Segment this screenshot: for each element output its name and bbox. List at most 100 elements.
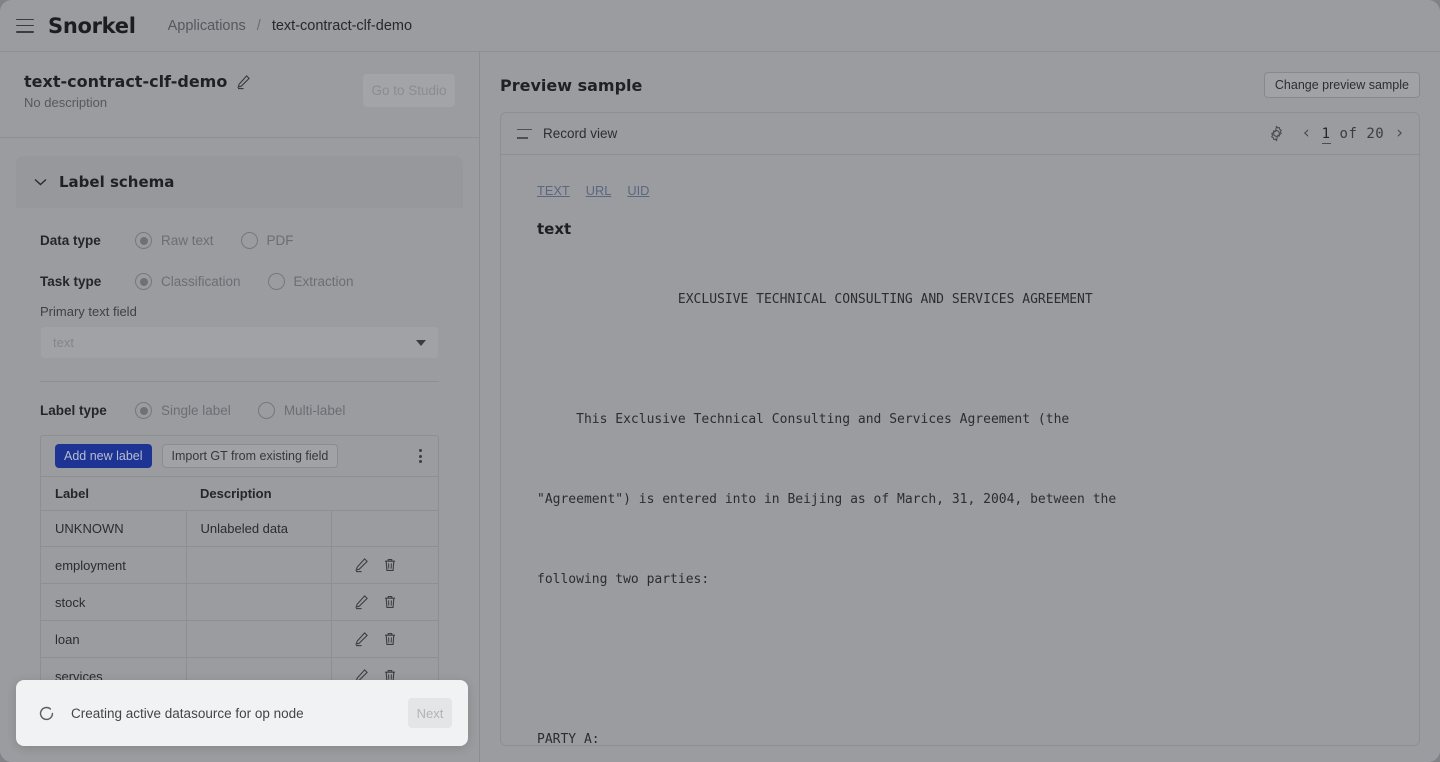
table-row: UNKNOWN Unlabeled data	[41, 510, 438, 547]
hamburger-menu-icon[interactable]	[16, 18, 34, 33]
breadcrumb-separator: /	[256, 17, 261, 34]
import-gt-button[interactable]: Import GT from existing field	[161, 444, 339, 468]
main-content-split: text-contract-clf-demo No description Go…	[0, 52, 1440, 762]
breadcrumb: Applications / text-contract-clf-demo	[168, 18, 412, 34]
task-type-option-classification[interactable]: Classification	[135, 273, 241, 290]
task-type-option-extraction[interactable]: Extraction	[267, 273, 354, 290]
snorkel-logo[interactable]: Snorkel	[48, 14, 136, 38]
gear-icon[interactable]	[1268, 125, 1285, 142]
radio-label-classification: Classification	[161, 274, 241, 289]
page-number-input[interactable]: 1	[1321, 125, 1331, 144]
primary-text-field-group: Primary text field text	[40, 304, 439, 359]
label-table: Label Description UNKNOWN Unlabeled data e…	[41, 477, 438, 695]
left-config-panel: text-contract-clf-demo No description Go…	[0, 52, 480, 762]
edit-icon[interactable]	[354, 557, 370, 573]
preview-sample-title: Preview sample	[500, 75, 643, 95]
radio-label-raw-text: Raw text	[161, 233, 214, 248]
label-table-toolbar: Add new label Import GT from existing fi…	[41, 436, 438, 477]
label-table-container: Add new label Import GT from existing fi…	[40, 435, 439, 696]
preview-header: Preview sample Change preview sample	[500, 64, 1420, 106]
cell-description: Unlabeled data	[186, 510, 332, 547]
radio-classification[interactable]	[135, 273, 152, 290]
data-type-option-raw-text[interactable]: Raw text	[135, 232, 214, 249]
cell-description	[186, 583, 332, 621]
data-type-option-pdf[interactable]: PDF	[240, 232, 294, 249]
radio-extraction[interactable]	[267, 273, 285, 290]
label-type-label: Label type	[40, 403, 107, 418]
add-new-label-button[interactable]: Add new label	[55, 444, 152, 468]
delete-icon[interactable]	[382, 557, 398, 573]
column-header-label: Label	[41, 477, 186, 511]
document-field-name: text	[537, 220, 572, 238]
change-preview-sample-button[interactable]: Change preview sample	[1263, 72, 1420, 98]
go-to-studio-button[interactable]: Go to Studio	[363, 74, 455, 107]
document-text-content: EXCLUSIVE TECHNICAL CONSULTING AND SERVI…	[537, 292, 1117, 746]
field-tab-url[interactable]: URL	[586, 183, 612, 198]
table-header-row: Label Description	[41, 477, 438, 511]
cell-label: UNKNOWN	[41, 510, 187, 547]
radio-label-extraction: Extraction	[293, 274, 354, 289]
row-action-group	[346, 631, 439, 647]
record-view-label: Record view	[543, 126, 618, 141]
toast-next-button[interactable]: Next	[408, 698, 452, 728]
column-header-actions	[331, 477, 438, 511]
edit-icon[interactable]	[354, 594, 370, 610]
breadcrumb-current[interactable]: text-contract-clf-demo	[272, 18, 412, 34]
field-tab-list: TEXT URL UID	[537, 183, 1383, 198]
radio-pdf[interactable]	[240, 232, 258, 249]
radio-single-label[interactable]	[135, 402, 152, 419]
radio-raw-text[interactable]	[135, 232, 152, 249]
label-schema-header[interactable]: Label schema	[16, 156, 463, 208]
section-divider	[40, 381, 439, 382]
record-view-body: TEXT URL UID text EXCLUSIVE TECHNICAL CONS…	[501, 155, 1419, 746]
record-view-header: Record view ‹ 1 of 20 ›	[501, 113, 1419, 155]
list-view-icon[interactable]	[517, 128, 532, 139]
task-type-row: Task type Classification Extraction	[40, 273, 439, 290]
record-view-card: Record view ‹ 1 of 20 › TEXT URL UID tex…	[500, 112, 1420, 746]
chevron-down-icon	[416, 339, 426, 346]
cell-label: loan	[41, 620, 187, 658]
chevron-right-icon[interactable]: ›	[1396, 125, 1403, 142]
more-vertical-icon[interactable]	[419, 449, 422, 463]
cell-label: stock	[41, 583, 187, 621]
application-header: text-contract-clf-demo No description Go…	[0, 52, 479, 138]
radio-label-multi-label: Multi-label	[283, 403, 346, 418]
data-type-row: Data type Raw text PDF	[40, 232, 439, 249]
pagination-total: 20	[1366, 125, 1385, 142]
label-type-option-multi[interactable]: Multi-label	[257, 402, 346, 419]
field-tab-uid[interactable]: UID	[627, 183, 649, 198]
logo-text: Snorkel	[48, 13, 136, 38]
label-schema-card: Label schema Data type Raw text PDF Task…	[16, 156, 463, 762]
primary-text-field-label: Primary text field	[40, 304, 137, 319]
radio-label-single-label: Single label	[161, 403, 231, 418]
label-table-body: UNKNOWN Unlabeled data employment stock loan…	[41, 510, 439, 695]
primary-text-field-select[interactable]: text	[40, 326, 439, 359]
delete-icon[interactable]	[382, 631, 398, 647]
column-header-description: Description	[186, 477, 331, 511]
table-row: stock	[41, 583, 439, 621]
page-title: text-contract-clf-demo	[24, 72, 228, 91]
primary-text-field-value: text	[53, 335, 74, 350]
breadcrumb-applications[interactable]: Applications	[168, 18, 246, 34]
top-navigation-bar: Snorkel Applications / text-contract-clf…	[0, 0, 1440, 52]
status-toast: Creating active datasource for op node N…	[16, 680, 468, 746]
record-view-left: Record view	[517, 126, 617, 141]
field-tab-text[interactable]: TEXT	[537, 183, 570, 198]
data-type-label: Data type	[40, 233, 101, 248]
toast-message: Creating active datasource for op node	[71, 705, 304, 721]
record-view-right: ‹ 1 of 20 ›	[1268, 125, 1403, 144]
label-type-option-single[interactable]: Single label	[135, 402, 231, 419]
cell-description	[186, 620, 332, 658]
table-row: employment	[41, 546, 438, 584]
radio-multi-label[interactable]	[257, 402, 275, 419]
label-schema-title: Label schema	[59, 173, 175, 191]
pencil-icon[interactable]	[236, 74, 252, 90]
chevron-left-icon[interactable]: ‹	[1303, 125, 1310, 142]
edit-icon[interactable]	[354, 631, 370, 647]
cell-label: employment	[41, 546, 187, 584]
delete-icon[interactable]	[382, 594, 398, 610]
cell-actions	[331, 546, 438, 584]
row-action-group	[346, 594, 439, 610]
table-row: loan	[41, 620, 439, 658]
toast-content: Creating active datasource for op node	[38, 705, 304, 722]
